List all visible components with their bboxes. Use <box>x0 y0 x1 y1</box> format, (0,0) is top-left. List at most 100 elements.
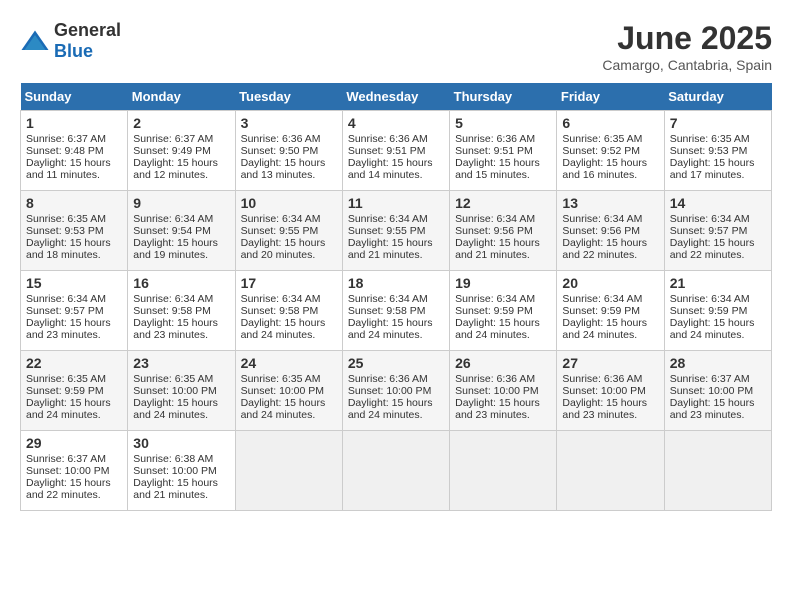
table-row: 17 Sunrise: 6:34 AM Sunset: 9:58 PM Dayl… <box>235 271 342 351</box>
day-number: 19 <box>455 275 551 291</box>
daylight-label: Daylight: 15 hours <box>133 317 218 329</box>
day-number: 5 <box>455 115 551 131</box>
table-row: 27 Sunrise: 6:36 AM Sunset: 10:00 PM Day… <box>557 351 664 431</box>
table-row: 13 Sunrise: 6:34 AM Sunset: 9:56 PM Dayl… <box>557 191 664 271</box>
table-row: 5 Sunrise: 6:36 AM Sunset: 9:51 PM Dayli… <box>450 111 557 191</box>
sunset-label: Sunset: 9:55 PM <box>241 225 319 237</box>
logo-blue: Blue <box>54 41 93 61</box>
daylight-label: Daylight: 15 hours <box>670 397 755 409</box>
daylight-minutes: and 11 minutes. <box>26 169 100 181</box>
calendar-week-row: 15 Sunrise: 6:34 AM Sunset: 9:57 PM Dayl… <box>21 271 772 351</box>
table-row: 22 Sunrise: 6:35 AM Sunset: 9:59 PM Dayl… <box>21 351 128 431</box>
daylight-minutes: and 12 minutes. <box>133 169 208 181</box>
calendar-week-row: 1 Sunrise: 6:37 AM Sunset: 9:48 PM Dayli… <box>21 111 772 191</box>
sunrise-label: Sunrise: 6:37 AM <box>26 133 106 145</box>
sunset-label: Sunset: 9:52 PM <box>562 145 640 157</box>
sunrise-label: Sunrise: 6:34 AM <box>133 213 213 225</box>
daylight-label: Daylight: 15 hours <box>562 397 647 409</box>
daylight-label: Daylight: 15 hours <box>348 157 433 169</box>
sunset-label: Sunset: 9:56 PM <box>455 225 533 237</box>
day-number: 16 <box>133 275 229 291</box>
sunset-label: Sunset: 9:59 PM <box>670 305 748 317</box>
table-row: 2 Sunrise: 6:37 AM Sunset: 9:49 PM Dayli… <box>128 111 235 191</box>
sunrise-label: Sunrise: 6:34 AM <box>133 293 213 305</box>
sunrise-label: Sunrise: 6:34 AM <box>562 213 642 225</box>
daylight-minutes: and 24 minutes. <box>455 329 530 341</box>
daylight-minutes: and 22 minutes. <box>26 489 101 501</box>
day-number: 10 <box>241 195 337 211</box>
daylight-minutes: and 18 minutes. <box>26 249 101 261</box>
sunrise-label: Sunrise: 6:35 AM <box>241 373 321 385</box>
sunrise-label: Sunrise: 6:37 AM <box>133 133 213 145</box>
sunset-label: Sunset: 9:58 PM <box>133 305 211 317</box>
daylight-label: Daylight: 15 hours <box>26 397 111 409</box>
daylight-label: Daylight: 15 hours <box>241 397 326 409</box>
table-row: 21 Sunrise: 6:34 AM Sunset: 9:59 PM Dayl… <box>664 271 771 351</box>
sunrise-label: Sunrise: 6:34 AM <box>26 293 106 305</box>
day-number: 22 <box>26 355 122 371</box>
daylight-label: Daylight: 15 hours <box>455 237 540 249</box>
title-area: June 2025 Camargo, Cantabria, Spain <box>602 20 772 73</box>
day-number: 23 <box>133 355 229 371</box>
sunrise-label: Sunrise: 6:34 AM <box>562 293 642 305</box>
sunset-label: Sunset: 10:00 PM <box>670 385 753 397</box>
sunrise-label: Sunrise: 6:34 AM <box>348 293 428 305</box>
day-number: 7 <box>670 115 766 131</box>
sunset-label: Sunset: 9:57 PM <box>670 225 748 237</box>
day-number: 6 <box>562 115 658 131</box>
table-row: 3 Sunrise: 6:36 AM Sunset: 9:50 PM Dayli… <box>235 111 342 191</box>
sunset-label: Sunset: 10:00 PM <box>133 465 216 477</box>
sunset-label: Sunset: 9:53 PM <box>26 225 104 237</box>
sunrise-label: Sunrise: 6:35 AM <box>562 133 642 145</box>
sunrise-label: Sunrise: 6:34 AM <box>241 213 321 225</box>
daylight-label: Daylight: 15 hours <box>455 157 540 169</box>
sunrise-label: Sunrise: 6:34 AM <box>670 293 750 305</box>
day-number: 29 <box>26 435 122 451</box>
daylight-label: Daylight: 15 hours <box>26 237 111 249</box>
table-row: 24 Sunrise: 6:35 AM Sunset: 10:00 PM Day… <box>235 351 342 431</box>
table-row: 26 Sunrise: 6:36 AM Sunset: 10:00 PM Day… <box>450 351 557 431</box>
daylight-minutes: and 14 minutes. <box>348 169 423 181</box>
day-number: 28 <box>670 355 766 371</box>
daylight-minutes: and 24 minutes. <box>348 329 423 341</box>
calendar-week-row: 29 Sunrise: 6:37 AM Sunset: 10:00 PM Day… <box>21 431 772 511</box>
daylight-minutes: and 24 minutes. <box>241 329 316 341</box>
sunrise-label: Sunrise: 6:36 AM <box>455 373 535 385</box>
table-row <box>450 431 557 511</box>
sunrise-label: Sunrise: 6:34 AM <box>455 213 535 225</box>
daylight-label: Daylight: 15 hours <box>241 237 326 249</box>
table-row: 1 Sunrise: 6:37 AM Sunset: 9:48 PM Dayli… <box>21 111 128 191</box>
calendar-week-row: 22 Sunrise: 6:35 AM Sunset: 9:59 PM Dayl… <box>21 351 772 431</box>
location: Camargo, Cantabria, Spain <box>602 57 772 73</box>
table-row: 6 Sunrise: 6:35 AM Sunset: 9:52 PM Dayli… <box>557 111 664 191</box>
daylight-minutes: and 16 minutes. <box>562 169 637 181</box>
daylight-label: Daylight: 15 hours <box>670 237 755 249</box>
col-tuesday: Tuesday <box>235 83 342 111</box>
daylight-minutes: and 24 minutes. <box>562 329 637 341</box>
sunrise-label: Sunrise: 6:37 AM <box>670 373 750 385</box>
table-row <box>235 431 342 511</box>
day-number: 26 <box>455 355 551 371</box>
daylight-minutes: and 20 minutes. <box>241 249 316 261</box>
sunset-label: Sunset: 10:00 PM <box>348 385 431 397</box>
day-number: 21 <box>670 275 766 291</box>
daylight-minutes: and 21 minutes. <box>348 249 423 261</box>
day-number: 2 <box>133 115 229 131</box>
daylight-label: Daylight: 15 hours <box>348 237 433 249</box>
day-number: 3 <box>241 115 337 131</box>
sunset-label: Sunset: 9:56 PM <box>562 225 640 237</box>
daylight-label: Daylight: 15 hours <box>26 477 111 489</box>
sunrise-label: Sunrise: 6:34 AM <box>348 213 428 225</box>
day-number: 9 <box>133 195 229 211</box>
table-row: 11 Sunrise: 6:34 AM Sunset: 9:55 PM Dayl… <box>342 191 449 271</box>
daylight-minutes: and 13 minutes. <box>241 169 316 181</box>
day-number: 25 <box>348 355 444 371</box>
day-number: 8 <box>26 195 122 211</box>
sunrise-label: Sunrise: 6:35 AM <box>133 373 213 385</box>
table-row: 8 Sunrise: 6:35 AM Sunset: 9:53 PM Dayli… <box>21 191 128 271</box>
daylight-minutes: and 24 minutes. <box>670 329 745 341</box>
sunrise-label: Sunrise: 6:38 AM <box>133 453 213 465</box>
sunset-label: Sunset: 9:57 PM <box>26 305 104 317</box>
day-number: 27 <box>562 355 658 371</box>
daylight-label: Daylight: 15 hours <box>133 397 218 409</box>
